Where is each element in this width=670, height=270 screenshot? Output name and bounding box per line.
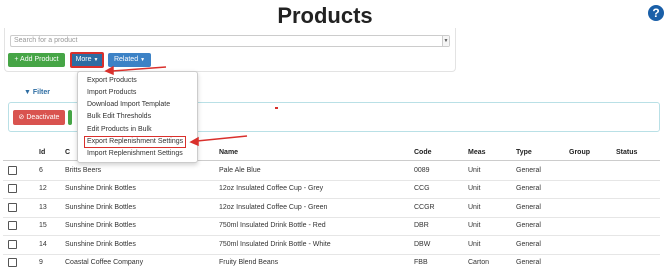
menu-item-download-import-template[interactable]: Download Import Template	[87, 101, 170, 108]
caret-down-icon: ▼	[93, 57, 99, 63]
filter-icon: ▼	[24, 89, 31, 96]
cell-meas: Carton	[468, 259, 490, 266]
cell-type: General	[516, 259, 541, 266]
cell-id: 14	[39, 240, 47, 248]
filter-label: Filter	[32, 89, 51, 96]
page-title: Products	[277, 3, 373, 28]
deactivate-label: Deactivate	[26, 114, 60, 121]
cell-name[interactable]: 12oz Insulated Coffee Cup - Grey	[219, 185, 323, 192]
column-header-code[interactable]: Code	[414, 149, 432, 156]
menu-item-import-products[interactable]: Import Products	[87, 89, 136, 96]
menu-item-bulk-edit-thresholds[interactable]: Bulk Edit Thresholds	[87, 113, 151, 120]
cell-code: CCGR	[414, 203, 435, 211]
cell-meas: Unit	[468, 203, 481, 211]
cell-name[interactable]: Pale Ale Blue	[219, 167, 261, 174]
chevron-down-icon[interactable]: ▼	[442, 36, 449, 46]
filter-button[interactable]: ▼ Filter	[24, 89, 50, 96]
cell-code: DBW	[414, 240, 431, 248]
ban-icon: ⊘	[18, 114, 25, 121]
column-header-type[interactable]: Type	[516, 149, 532, 156]
cell-name[interactable]: 750ml Insulated Drink Bottle - White	[219, 241, 331, 248]
annotation-mark	[275, 107, 278, 109]
cell-id: 15	[39, 222, 47, 230]
cell-type: General	[516, 203, 541, 211]
row-checkbox[interactable]	[8, 166, 17, 175]
row-divider	[3, 235, 660, 237]
cell-code: CCG	[414, 185, 430, 193]
cell-code: FBB	[414, 259, 428, 266]
cell-code: 0089	[414, 167, 430, 174]
cell-name[interactable]: 12oz Insulated Coffee Cup - Green	[219, 204, 327, 211]
cell-company: Sunshine Drink Bottles	[65, 240, 136, 248]
cell-code: DBR	[414, 222, 429, 230]
column-header-meas[interactable]: Meas	[468, 149, 486, 156]
cell-meas: Unit	[468, 167, 481, 174]
cell-type: General	[516, 167, 541, 174]
row-divider	[3, 253, 660, 255]
search-placeholder: Search for a product	[14, 37, 78, 44]
menu-item-edit-products-in-bulk[interactable]: Edit Products in Bulk	[87, 126, 152, 133]
more-dropdown-menu: Export Products Import Products Download…	[77, 71, 198, 163]
column-header-status[interactable]: Status	[616, 149, 637, 156]
row-checkbox[interactable]	[8, 239, 17, 249]
cell-id: 9	[39, 259, 43, 266]
related-button-label: Related	[113, 56, 139, 63]
caret-down-icon: ▼	[140, 57, 146, 63]
cell-name[interactable]: 750ml Insulated Drink Bottle - Red	[219, 222, 326, 229]
cell-meas: Unit	[468, 185, 481, 193]
menu-item-import-replenishment-settings[interactable]: Import Replenishment Settings	[87, 150, 183, 157]
column-header-id[interactable]: Id	[39, 149, 45, 156]
row-divider	[3, 180, 660, 181]
cell-type: General	[516, 240, 541, 248]
search-input[interactable]: Search for a product ▼	[10, 35, 450, 47]
cell-company: Sunshine Drink Bottles	[65, 203, 136, 211]
deactivate-button[interactable]: ⊘ Deactivate	[13, 110, 65, 125]
more-button-label: More	[75, 56, 92, 63]
column-header-company[interactable]: C	[65, 149, 70, 156]
green-action-button[interactable]	[68, 110, 72, 125]
cell-id: 12	[39, 185, 47, 193]
arrow-to-export-replenishment	[189, 135, 248, 147]
cell-meas: Unit	[468, 222, 481, 230]
column-header-name[interactable]: Name	[219, 149, 238, 156]
row-checkbox[interactable]	[8, 221, 17, 231]
add-product-button[interactable]: + Add Product	[8, 53, 65, 67]
cell-company: Britts Beers	[65, 167, 102, 174]
cell-name[interactable]: Fruity Blend Beans	[219, 259, 278, 266]
cell-company: Coastal Coffee Company	[65, 259, 144, 266]
cell-meas: Unit	[468, 240, 481, 248]
column-header-group[interactable]: Group	[569, 149, 590, 156]
cell-type: General	[516, 222, 541, 230]
menu-item-export-products[interactable]: Export Products	[87, 77, 137, 84]
cell-company: Sunshine Drink Bottles	[65, 222, 136, 230]
row-divider	[3, 216, 660, 218]
cell-id: 6	[39, 167, 43, 174]
more-button[interactable]: More ▼	[70, 52, 104, 68]
cell-id: 13	[39, 203, 47, 211]
row-checkbox[interactable]	[8, 258, 17, 267]
annotation-highlight-box	[84, 136, 186, 148]
row-checkbox[interactable]	[8, 202, 17, 212]
cell-company: Sunshine Drink Bottles	[65, 185, 136, 193]
help-icon[interactable]: ?	[648, 5, 664, 21]
row-divider	[3, 198, 660, 200]
row-checkbox[interactable]	[8, 184, 17, 194]
cell-type: General	[516, 185, 541, 193]
related-button[interactable]: Related ▼	[108, 53, 151, 67]
